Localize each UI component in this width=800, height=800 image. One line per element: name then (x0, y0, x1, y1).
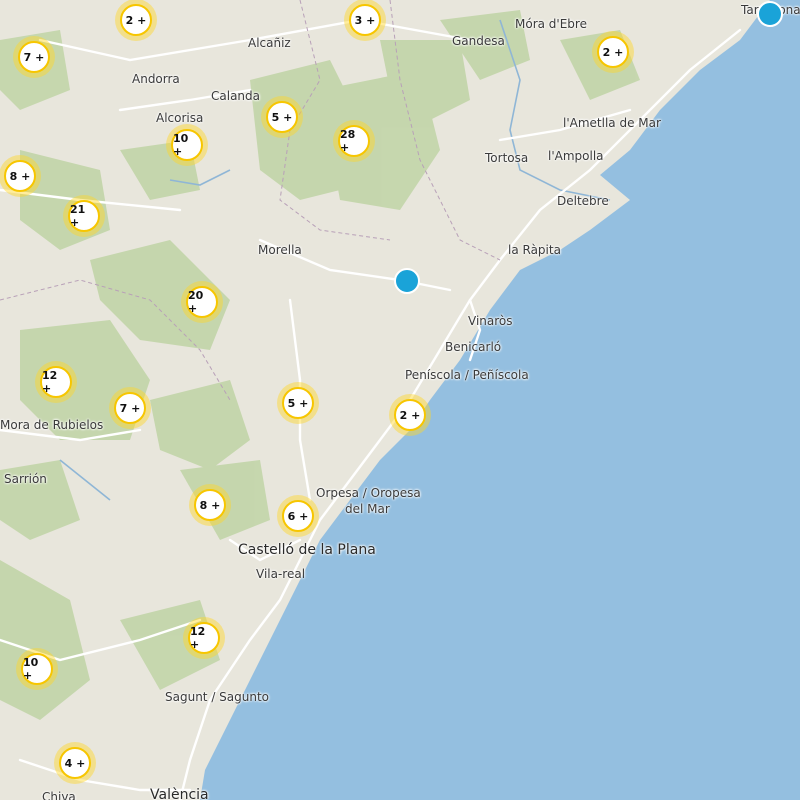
cluster-count: 28 + (338, 125, 370, 157)
cluster-marker[interactable]: 7 + (13, 36, 55, 78)
location-pin[interactable] (757, 1, 783, 27)
cluster-marker[interactable]: 21 + (63, 195, 105, 237)
cluster-marker[interactable]: 10 + (16, 648, 58, 690)
location-pin[interactable] (394, 268, 420, 294)
cluster-marker[interactable]: 8 + (0, 155, 41, 197)
cluster-marker[interactable]: 8 + (189, 484, 231, 526)
cluster-count: 21 + (68, 200, 100, 232)
cluster-marker[interactable]: 2 + (592, 31, 634, 73)
cluster-count: 12 + (188, 622, 220, 654)
cluster-marker[interactable]: 2 + (389, 394, 431, 436)
cluster-marker[interactable]: 20 + (181, 281, 223, 323)
cluster-count: 7 + (18, 41, 50, 73)
cluster-count: 2 + (597, 36, 629, 68)
cluster-marker[interactable]: 10 + (166, 124, 208, 166)
cluster-marker[interactable]: 5 + (277, 382, 319, 424)
cluster-marker[interactable]: 2 + (115, 0, 157, 41)
cluster-count: 2 + (120, 4, 152, 36)
cluster-marker[interactable]: 28 + (333, 120, 375, 162)
cluster-count: 7 + (114, 392, 146, 424)
cluster-marker[interactable]: 12 + (35, 361, 77, 403)
cluster-count: 8 + (194, 489, 226, 521)
cluster-count: 20 + (186, 286, 218, 318)
cluster-marker[interactable]: 6 + (277, 495, 319, 537)
map-view[interactable]: Alcañiz Gandesa Móra d'Ebre Andorra Cala… (0, 0, 800, 800)
cluster-count: 4 + (59, 747, 91, 779)
cluster-count: 10 + (171, 129, 203, 161)
cluster-count: 12 + (40, 366, 72, 398)
cluster-count: 6 + (282, 500, 314, 532)
cluster-count: 5 + (282, 387, 314, 419)
cluster-marker[interactable]: 5 + (261, 96, 303, 138)
cluster-marker[interactable]: 12 + (183, 617, 225, 659)
cluster-count: 10 + (21, 653, 53, 685)
cluster-count: 8 + (4, 160, 36, 192)
cluster-count: 3 + (349, 4, 381, 36)
cluster-marker[interactable]: 3 + (344, 0, 386, 41)
cluster-marker[interactable]: 4 + (54, 742, 96, 784)
cluster-count: 5 + (266, 101, 298, 133)
cluster-marker[interactable]: 7 + (109, 387, 151, 429)
cluster-count: 2 + (394, 399, 426, 431)
